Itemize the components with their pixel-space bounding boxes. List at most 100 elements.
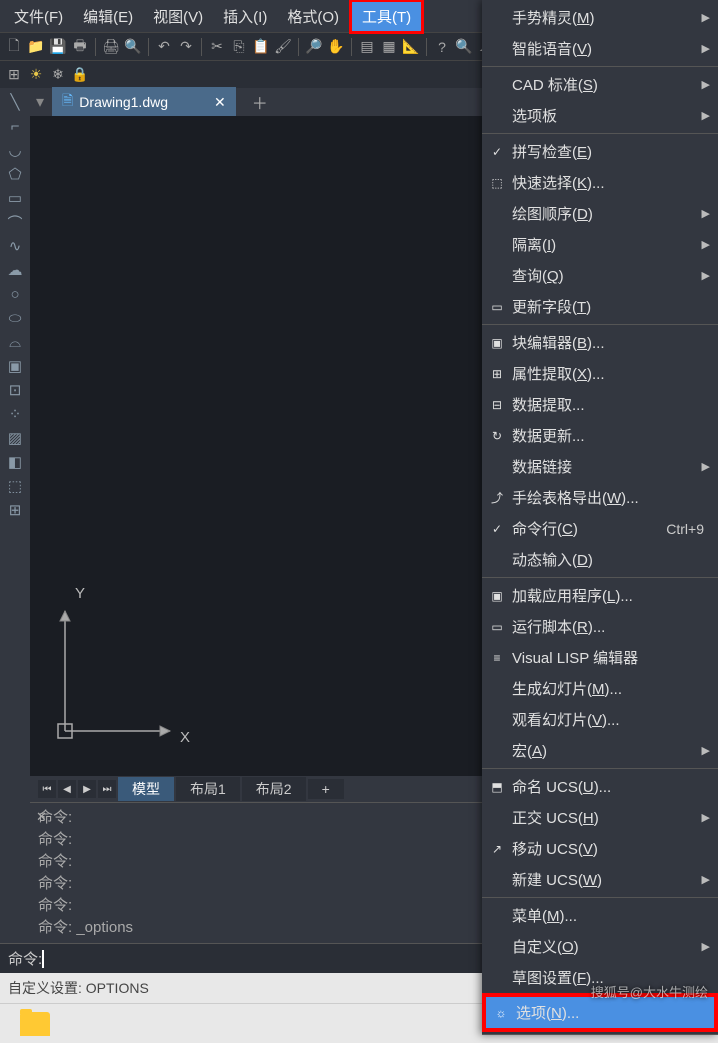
hatch-icon[interactable]: ▨	[5, 428, 25, 448]
tab-pin-icon[interactable]: ▾	[36, 92, 44, 112]
arc-icon[interactable]: ◡	[5, 140, 25, 160]
layer-freeze-icon[interactable]: ❄	[48, 65, 68, 85]
circle-icon[interactable]: ○	[5, 284, 25, 304]
blank-icon	[486, 267, 508, 285]
table-icon[interactable]: ⊞	[5, 500, 25, 520]
menu-item-数据更新[interactable]: ↻数据更新...	[482, 420, 718, 451]
close-icon[interactable]: ✕	[214, 94, 226, 111]
menu-item-label: 动态输入(D)	[512, 549, 710, 570]
menu-item-绘图顺序d[interactable]: 绘图顺序(D)▶	[482, 198, 718, 229]
menu-item-快速选择k[interactable]: ⬚快速选择(K)...	[482, 167, 718, 198]
save-icon[interactable]: 💾	[48, 37, 68, 57]
file-tab-active[interactable]: 🗎 Drawing1.dwg ✕	[52, 87, 236, 117]
menu-item-选项板[interactable]: 选项板▶	[482, 100, 718, 131]
nav-last-icon[interactable]: ⏭	[98, 780, 116, 798]
menu-item-属性提取x[interactable]: ⊞属性提取(X)...	[482, 358, 718, 389]
tab-layout2[interactable]: 布局2	[242, 777, 306, 801]
undo-icon[interactable]: ↶	[154, 37, 174, 57]
tab-model[interactable]: 模型	[118, 777, 174, 801]
menu-item-label: 草图设置(F)...	[512, 967, 710, 988]
menu-item-正交ucsh[interactable]: 正交 UCS(H)▶	[482, 802, 718, 833]
menu-item-新建ucsw[interactable]: 新建 UCS(W)▶	[482, 864, 718, 895]
open-icon[interactable]: 📁	[26, 37, 46, 57]
cut-icon[interactable]: ✂	[207, 37, 227, 57]
close-history-icon[interactable]: ✕	[36, 809, 47, 825]
menu-format[interactable]: 格式(O)	[277, 2, 349, 31]
menu-tools[interactable]: 工具(T)	[349, 0, 424, 34]
menu-item-观看幻灯片v[interactable]: 观看幻灯片(V)...	[482, 704, 718, 735]
menu-item-运行脚本r[interactable]: ▭运行脚本(R)...	[482, 611, 718, 642]
menu-item-拼写检查e[interactable]: ✓拼写检查(E)	[482, 136, 718, 167]
prop-icon[interactable]: ▤	[357, 37, 377, 57]
layer-icon[interactable]: ▦	[379, 37, 399, 57]
region-icon[interactable]: ⬚	[5, 476, 25, 496]
menu-item-宏a[interactable]: 宏(A)▶	[482, 735, 718, 766]
point-icon[interactable]: ⁘	[5, 404, 25, 424]
ellipse-icon[interactable]: ⬭	[5, 308, 25, 328]
new-icon[interactable]: 🗋	[4, 37, 24, 57]
menu-item-块编辑器b[interactable]: ▣块编辑器(B)...	[482, 327, 718, 358]
dim-icon[interactable]: 📐	[401, 37, 421, 57]
layer-lock-icon[interactable]: 🔒	[70, 65, 90, 85]
menu-item-手势精灵m[interactable]: 手势精灵(M)▶	[482, 2, 718, 33]
menu-item-label: 智能语音(V)	[512, 38, 702, 59]
menu-item-生成幻灯片m[interactable]: 生成幻灯片(M)...	[482, 673, 718, 704]
preview-icon[interactable]: 🔍	[123, 37, 143, 57]
print-icon[interactable]: 🖨	[101, 37, 121, 57]
menu-item-visuallisp编辑器[interactable]: ≡Visual LISP 编辑器	[482, 642, 718, 673]
layer-state-icon[interactable]: ☀	[26, 65, 46, 85]
revcloud-icon[interactable]: ☁	[5, 260, 25, 280]
block-icon[interactable]: ▣	[5, 356, 25, 376]
menu-item-动态输入d[interactable]: 动态输入(D)	[482, 544, 718, 575]
menu-edit[interactable]: 编辑(E)	[73, 2, 143, 31]
tab-layout1[interactable]: 布局1	[176, 777, 240, 801]
help-icon[interactable]: ?	[432, 37, 452, 57]
menu-view[interactable]: 视图(V)	[143, 2, 213, 31]
nav-next-icon[interactable]: ▶	[78, 780, 96, 798]
menu-insert[interactable]: 插入(I)	[213, 2, 277, 31]
menu-item-数据提取[interactable]: ⊟数据提取...	[482, 389, 718, 420]
ellipse-arc-icon[interactable]: ⌓	[5, 332, 25, 352]
pan-icon[interactable]: ✋	[326, 37, 346, 57]
menu-item-数据链接[interactable]: 数据链接▶	[482, 451, 718, 482]
menu-item-手绘表格导出w[interactable]: ⤴手绘表格导出(W)...	[482, 482, 718, 513]
file-explorer-icon[interactable]	[20, 1012, 50, 1036]
redo-icon[interactable]: ↷	[176, 37, 196, 57]
search-icon[interactable]: 🔍	[454, 37, 474, 57]
menu-item-加载应用程序l[interactable]: ▣加载应用程序(L)...	[482, 580, 718, 611]
menu-item-菜单m[interactable]: 菜单(M)...	[482, 900, 718, 931]
brush-icon[interactable]: 🖌	[273, 37, 293, 57]
menu-item-草图设置f[interactable]: 草图设置(F)...	[482, 962, 718, 993]
menu-file[interactable]: 文件(F)	[4, 2, 73, 31]
add-tab-icon[interactable]: ＋	[252, 90, 268, 114]
spline-icon[interactable]: ∿	[5, 236, 25, 256]
menu-item-更新字段t[interactable]: ▭更新字段(T)	[482, 291, 718, 322]
menu-item-label: 观看幻灯片(V)...	[512, 709, 710, 730]
menu-item-移动ucsv[interactable]: ↗移动 UCS(V)	[482, 833, 718, 864]
menu-item-隔离i[interactable]: 隔离(I)▶	[482, 229, 718, 260]
polyline-icon[interactable]: ⌐	[5, 116, 25, 136]
menu-item-查询q[interactable]: 查询(Q)▶	[482, 260, 718, 291]
submenu-arrow-icon: ▶	[702, 940, 710, 953]
paste-icon[interactable]: 📋	[251, 37, 271, 57]
menu-item-命名ucsu[interactable]: ⬒命名 UCS(U)...	[482, 771, 718, 802]
insert-icon[interactable]: ⊡	[5, 380, 25, 400]
menu-item-cad标准s[interactable]: CAD 标准(S)▶	[482, 69, 718, 100]
rect-icon[interactable]: ▭	[5, 188, 25, 208]
layer-prop-icon[interactable]: ⊞	[4, 65, 24, 85]
polygon-icon[interactable]: ⬠	[5, 164, 25, 184]
add-layout-button[interactable]: +	[308, 779, 344, 799]
arc2-icon[interactable]: ⌒	[5, 212, 25, 232]
plot-icon[interactable]: 🖶	[70, 37, 90, 57]
nav-prev-icon[interactable]: ◀	[58, 780, 76, 798]
submenu-arrow-icon: ▶	[702, 109, 710, 122]
gradient-icon[interactable]: ◧	[5, 452, 25, 472]
line-icon[interactable]: ╲	[5, 92, 25, 112]
zoom-icon[interactable]: 🔎	[304, 37, 324, 57]
menu-item-智能语音v[interactable]: 智能语音(V)▶	[482, 33, 718, 64]
copy-icon[interactable]: ⎘	[229, 37, 249, 57]
nav-first-icon[interactable]: ⏮	[38, 780, 56, 798]
menu-item-自定义o[interactable]: 自定义(O)▶	[482, 931, 718, 962]
menu-item-选项n[interactable]: ☼选项(N)...	[482, 993, 718, 1032]
menu-item-命令行c[interactable]: ✓命令行(C)Ctrl+9	[482, 513, 718, 544]
